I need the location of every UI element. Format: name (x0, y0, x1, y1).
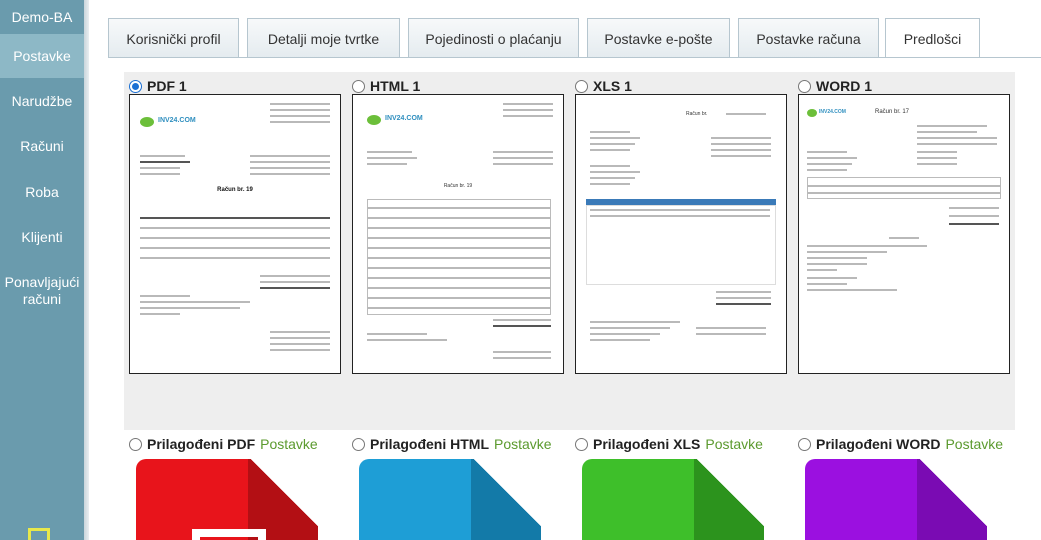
template-label: XLS 1 (593, 78, 632, 94)
template-preview-xls1[interactable]: Račun br. (575, 94, 787, 374)
custom-template-option-pdf[interactable]: Prilagođeni PDF Postavke (129, 435, 318, 453)
radio-pdf1[interactable] (129, 79, 142, 93)
radio-word1[interactable] (798, 79, 811, 93)
preview-invoice-title: Račun br. 19 (443, 183, 473, 189)
custom-template-option-xls[interactable]: Prilagođeni XLS Postavke (575, 435, 763, 453)
custom-template-label: Prilagođeni PDF (147, 436, 256, 452)
preview-logo-text: INV24.COM (819, 109, 846, 115)
radio-custom-word[interactable] (798, 437, 811, 451)
sidebar-item-ponavljajuci-racuni[interactable]: Ponavljajući računi (0, 274, 84, 308)
custom-xls-settings-link[interactable]: Postavke (705, 436, 763, 452)
template-option-xls1[interactable]: XLS 1 (575, 77, 632, 95)
preview-logo-text: INV24.COM (385, 115, 423, 122)
tab-postavke-eposte[interactable]: Postavke e-pošte (587, 18, 730, 58)
sidebar-item-racuni[interactable]: Računi (0, 138, 84, 155)
sidebar-item-postavke[interactable]: Postavke (0, 34, 84, 78)
radio-custom-html[interactable] (352, 437, 365, 451)
template-label: HTML 1 (370, 78, 421, 94)
template-label: WORD 1 (816, 78, 872, 94)
sidebar-item-narudzbe[interactable]: Narudžbe (0, 93, 84, 110)
tab-detalji-moje-tvrtke[interactable]: Detalji moje tvrtke (247, 18, 400, 58)
html-file-icon[interactable] (359, 459, 541, 540)
word-file-icon[interactable] (805, 459, 987, 540)
export-icon[interactable] (28, 528, 50, 540)
preview-invoice-title: Račun br. 19 (217, 187, 253, 193)
preview-invoice-title: Račun br. 17 (875, 109, 910, 115)
brand-name: Demo-BA (11, 9, 73, 25)
custom-template-label: Prilagođeni WORD (816, 436, 941, 452)
custom-template-option-word[interactable]: Prilagođeni WORD Postavke (798, 435, 1003, 453)
template-option-pdf1[interactable]: PDF 1 (129, 77, 187, 95)
pdf-file-icon[interactable] (136, 459, 318, 540)
inv24-logo-icon (140, 117, 154, 127)
custom-template-label: Prilagođeni XLS (593, 436, 701, 452)
inv24-logo-icon (807, 109, 817, 117)
radio-custom-xls[interactable] (575, 437, 588, 451)
radio-custom-pdf[interactable] (129, 437, 142, 451)
sidebar-divider (84, 0, 89, 540)
sidebar: Demo-BA Postavke Narudžbe Računi Roba Kl… (0, 0, 84, 540)
custom-template-label: Prilagođeni HTML (370, 436, 489, 452)
radio-xls1[interactable] (575, 79, 588, 93)
sidebar-item-klijenti[interactable]: Klijenti (0, 229, 84, 246)
template-option-word1[interactable]: WORD 1 (798, 77, 872, 95)
tab-pojedinosti-o-placanju[interactable]: Pojedinosti o plaćanju (408, 18, 579, 58)
template-preview-word1[interactable]: INV24.COM Račun br. 17 (798, 94, 1010, 374)
tab-postavke-racuna[interactable]: Postavke računa (738, 18, 879, 58)
tab-korisnicki-profil[interactable]: Korisnički profil (108, 18, 239, 58)
preview-logo-text: INV24.COM (158, 117, 196, 124)
template-option-html1[interactable]: HTML 1 (352, 77, 420, 95)
tab-predlosci[interactable]: Predlošci (885, 18, 980, 59)
template-preview-html1[interactable]: INV24.COM Račun br. 19 (352, 94, 564, 374)
preview-invoice-title: Račun br. (686, 111, 708, 117)
template-label: PDF 1 (147, 78, 187, 94)
custom-word-settings-link[interactable]: Postavke (945, 436, 1003, 452)
custom-template-option-html[interactable]: Prilagođeni HTML Postavke (352, 435, 552, 453)
radio-html1[interactable] (352, 79, 365, 93)
xls-file-icon[interactable] (582, 459, 764, 540)
custom-pdf-settings-link[interactable]: Postavke (260, 436, 318, 452)
app-root: Demo-BA Postavke Narudžbe Računi Roba Kl… (0, 0, 1041, 540)
template-preview-pdf1[interactable]: INV24.COM Račun br. 19 (129, 94, 341, 374)
inv24-logo-icon (367, 115, 381, 125)
custom-html-settings-link[interactable]: Postavke (494, 436, 552, 452)
sidebar-item-roba[interactable]: Roba (0, 184, 84, 201)
